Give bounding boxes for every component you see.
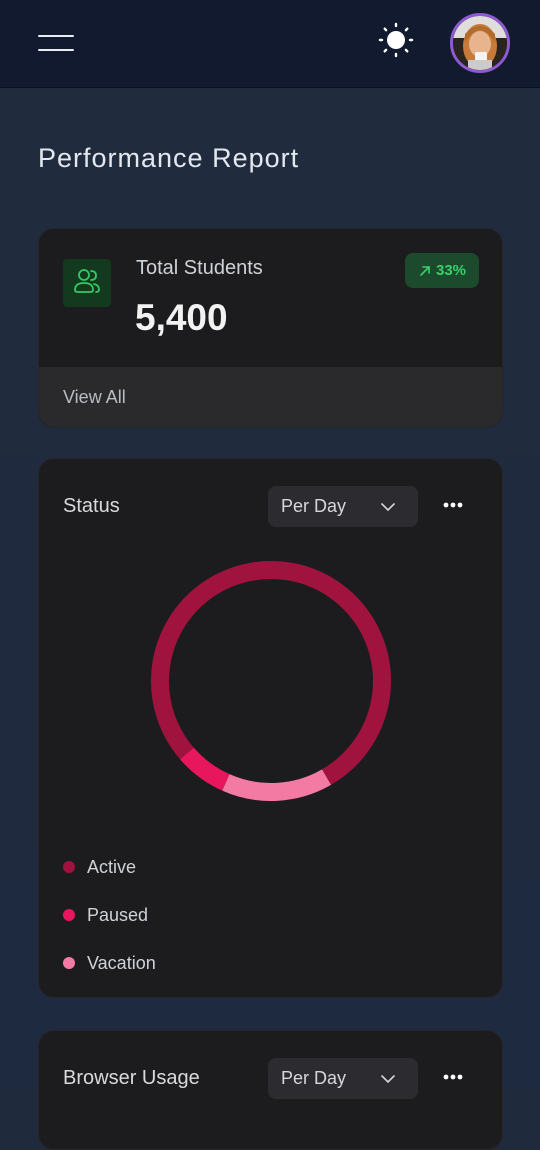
total-students-value: 5,400 — [135, 297, 228, 338]
legend-dot — [63, 957, 75, 969]
donut-segment-active — [151, 561, 391, 785]
legend-item-vacation: Vacation — [63, 951, 156, 975]
legend-label: Active — [87, 856, 137, 877]
users-icon — [63, 259, 111, 307]
status-card: Status Per Day Active Paused Vacation — [38, 458, 503, 998]
trend-value: 33% — [435, 262, 467, 279]
donut-segment-paused — [180, 747, 230, 791]
more-horizontal-icon[interactable] — [441, 495, 465, 515]
top-navigation-bar — [0, 0, 540, 88]
view-all-link[interactable]: View All — [63, 387, 126, 408]
total-students-label: Total Students — [136, 257, 263, 279]
legend-item-paused: Paused — [63, 903, 148, 927]
card-footer: View All — [39, 367, 502, 427]
browser-usage-card: Browser Usage Per Day — [38, 1030, 503, 1150]
donut-segment-vacation — [222, 769, 331, 801]
period-select[interactable]: Per Day — [268, 486, 418, 527]
period-select-value: Per Day — [281, 1068, 347, 1088]
trend-badge: 33% — [405, 253, 479, 288]
more-horizontal-icon[interactable] — [441, 1067, 465, 1087]
hamburger-menu-icon[interactable] — [38, 33, 74, 53]
period-select-value: Per Day — [281, 496, 347, 516]
legend-label: Paused — [87, 904, 149, 925]
total-students-card: Total Students 5,400 33% View All — [38, 228, 503, 428]
legend-dot — [63, 861, 75, 873]
sun-icon[interactable] — [378, 22, 414, 58]
status-donut-chart — [151, 561, 391, 801]
legend-dot — [63, 909, 75, 921]
arrow-up-right-icon — [420, 265, 430, 276]
legend-item-active: Active — [63, 855, 136, 879]
chevron-down-icon — [381, 1075, 395, 1084]
page-title: Performance Report — [38, 143, 300, 173]
period-select[interactable]: Per Day — [268, 1058, 418, 1099]
legend-label: Vacation — [87, 952, 156, 973]
chevron-down-icon — [381, 503, 395, 512]
user-avatar[interactable] — [450, 13, 510, 73]
status-title: Status — [63, 495, 120, 517]
main-content: Performance Report Total Students 5,400 … — [0, 88, 540, 1150]
